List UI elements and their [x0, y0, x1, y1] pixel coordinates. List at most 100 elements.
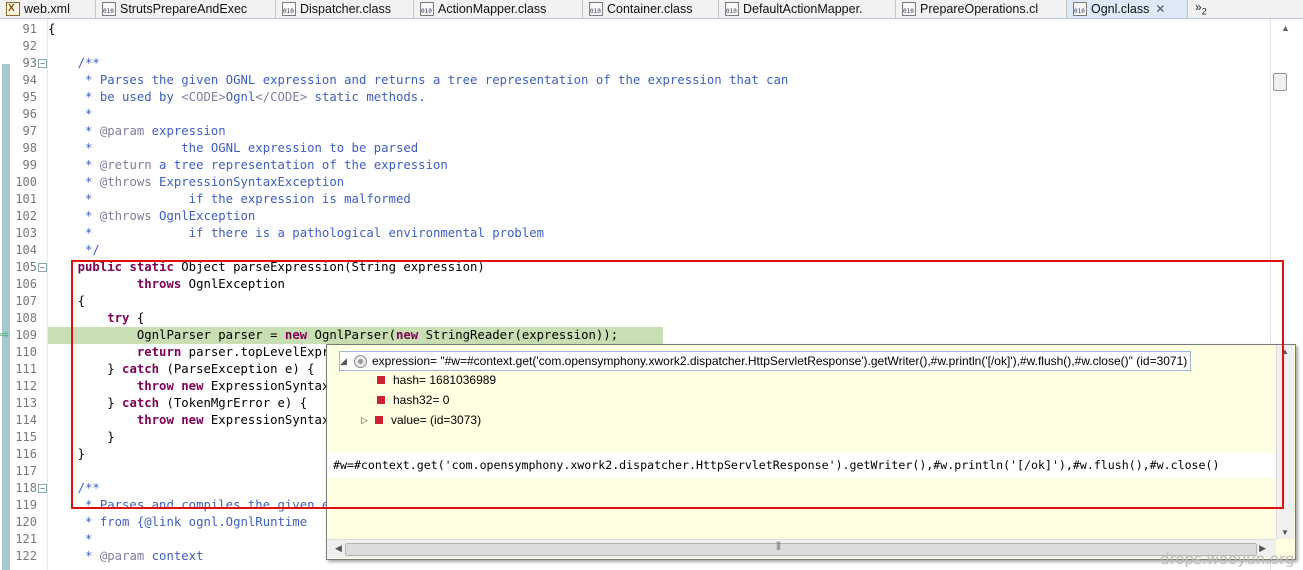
object-icon — [354, 354, 367, 368]
line-number: 107 — [15, 294, 37, 308]
code-text: */ — [48, 243, 100, 257]
code-line[interactable]: 96 * — [0, 106, 1270, 123]
code-line-current[interactable]: 109 OgnlParser parser = new OgnlParser(n… — [0, 327, 1270, 344]
popup-horizontal-scrollbar[interactable]: ◀ ||| ▶ — [327, 539, 1276, 558]
code-text: * @param expression — [48, 124, 226, 138]
line-number: 121 — [15, 532, 37, 546]
line-number: 96 — [22, 107, 37, 121]
code-line[interactable]: 104 */ — [0, 242, 1270, 259]
class-file-icon: 010 — [102, 2, 116, 16]
code-line[interactable]: 101 * if the expression is malformed — [0, 191, 1270, 208]
private-field-icon — [377, 396, 385, 404]
tree-row-expression[interactable]: ◢ expression= "#w=#context.get('com.open… — [339, 351, 1192, 371]
code-line[interactable]: 98 * the OGNL expression to be parsed — [0, 140, 1270, 157]
field-label: hash= 1681036989 — [393, 373, 497, 387]
private-field-icon — [377, 376, 385, 384]
code-line[interactable]: 92 — [0, 38, 1270, 55]
tab-action-mapper[interactable]: 010 ActionMapper.class — [414, 0, 583, 18]
code-line[interactable]: 102 * @throws OgnlException — [0, 208, 1270, 225]
code-text: } — [48, 447, 86, 461]
code-line[interactable]: 93− /** — [0, 55, 1270, 72]
line-number: 120 — [15, 515, 37, 529]
line-number: 109 — [15, 328, 37, 342]
class-file-icon: 010 — [589, 2, 603, 16]
line-number: 112 — [15, 379, 37, 393]
code-text: /** — [48, 56, 100, 70]
code-text: * @throws OgnlException — [48, 209, 256, 223]
code-line[interactable]: 91 { — [0, 21, 1270, 38]
tree-row-hash32[interactable]: hash32= 0 — [377, 391, 449, 409]
tab-label: ActionMapper.class — [438, 2, 547, 16]
line-number: 122 — [15, 549, 37, 563]
line-number: 95 — [22, 90, 37, 104]
watermark: drops.wooyun.org — [1160, 550, 1295, 568]
line-number: 94 — [22, 73, 37, 87]
code-text: * from {@link ognl.OgnlRuntime — [48, 515, 308, 529]
line-number: 100 — [15, 175, 37, 189]
tab-label: StrutsPrepareAndExec — [120, 2, 248, 16]
scroll-down-icon[interactable]: ▼ — [1281, 528, 1289, 537]
code-text: * be used by <CODE>Ognl</CODE> static me… — [48, 90, 426, 104]
code-text: * — [48, 532, 93, 546]
close-icon[interactable]: ✕ — [1155, 2, 1165, 16]
tab-dispatcher[interactable]: 010 Dispatcher.class — [276, 0, 414, 18]
code-text: * Parses the given OGNL expression and r… — [48, 73, 789, 87]
code-line[interactable]: 100 * @throws ExpressionSyntaxException — [0, 174, 1270, 191]
code-line[interactable]: 103 * if there is a pathological environ… — [0, 225, 1270, 242]
scroll-up-icon[interactable]: ▲ — [1281, 23, 1290, 33]
scroll-thumb[interactable] — [1273, 73, 1287, 91]
tab-container[interactable]: 010 Container.class — [583, 0, 719, 18]
code-line[interactable]: 107 { — [0, 293, 1270, 310]
final-field-icon — [375, 416, 383, 424]
code-line[interactable]: 97 * @param expression — [0, 123, 1270, 140]
tab-default-action-mapper[interactable]: 010 DefaultActionMapper. — [719, 0, 896, 18]
scroll-up-icon[interactable]: ▲ — [1281, 347, 1289, 356]
line-number: 115 — [15, 430, 37, 444]
tab-label: web.xml — [24, 2, 70, 16]
code-text: { — [48, 22, 56, 36]
fold-toggle-icon[interactable]: − — [38, 59, 47, 68]
fold-toggle-icon[interactable]: − — [38, 263, 47, 272]
tab-prepare-operations[interactable]: 010 PrepareOperations.cl — [896, 0, 1067, 18]
tab-label: PrepareOperations.cl — [920, 2, 1039, 16]
tab-web-xml[interactable]: X web.xml — [0, 0, 96, 18]
code-line[interactable]: 94 * Parses the given OGNL expression an… — [0, 72, 1270, 89]
tab-label: Container.class — [607, 2, 693, 16]
fold-toggle-icon[interactable]: − — [38, 484, 47, 493]
detail-pane[interactable]: #w=#context.get('com.opensymphony.xwork2… — [327, 453, 1275, 478]
code-text: * @throws ExpressionSyntaxException — [48, 175, 345, 189]
tree-row-value[interactable]: ▷ value= (id=3073) — [361, 411, 481, 429]
code-text: /** — [48, 481, 100, 495]
tab-ognl-class[interactable]: 010 Ognl.class ✕ — [1067, 0, 1188, 18]
line-number: 116 — [15, 447, 37, 461]
code-line[interactable]: 108 try { — [0, 310, 1270, 327]
line-number: 105 — [15, 260, 37, 274]
scroll-thumb[interactable]: ||| — [345, 540, 1257, 556]
code-line[interactable]: 106 throws OgnlException — [0, 276, 1270, 293]
scroll-left-icon[interactable]: ◀ — [335, 543, 342, 554]
class-file-icon: 010 — [725, 2, 739, 16]
expand-arrow-icon[interactable]: ▷ — [361, 415, 371, 426]
line-number: 108 — [15, 311, 37, 325]
collapse-arrow-icon[interactable]: ◢ — [340, 356, 350, 367]
tab-overflow-button[interactable]: »2 — [1195, 0, 1207, 16]
class-file-icon: 010 — [282, 2, 296, 16]
line-number: 104 — [15, 243, 37, 257]
line-number: 98 — [22, 141, 37, 155]
code-text: * @return a tree representation of the e… — [48, 158, 448, 172]
tree-row-hash[interactable]: hash= 1681036989 — [377, 371, 496, 389]
line-number: 103 — [15, 226, 37, 240]
debug-inspect-popup[interactable]: ◢ expression= "#w=#context.get('com.open… — [326, 344, 1296, 560]
code-text: public static Object parseExpression(Str… — [77, 260, 485, 274]
line-number: 111 — [15, 362, 37, 376]
field-label: hash32= 0 — [393, 393, 450, 407]
class-file-icon: 010 — [420, 2, 434, 16]
code-line[interactable]: 99 * @return a tree representation of th… — [0, 157, 1270, 174]
code-text: * if there is a pathological environment… — [48, 226, 545, 240]
code-line[interactable]: 105− public static Object parseExpressio… — [0, 259, 1270, 276]
popup-vertical-scrollbar[interactable]: ▲ ▼ — [1276, 345, 1294, 539]
field-label: value= (id=3073) — [391, 413, 482, 427]
tab-struts-prepare[interactable]: 010 StrutsPrepareAndExec — [96, 0, 276, 18]
code-line[interactable]: 95 * be used by <CODE>Ognl</CODE> static… — [0, 89, 1270, 106]
line-number: 92 — [22, 39, 37, 53]
